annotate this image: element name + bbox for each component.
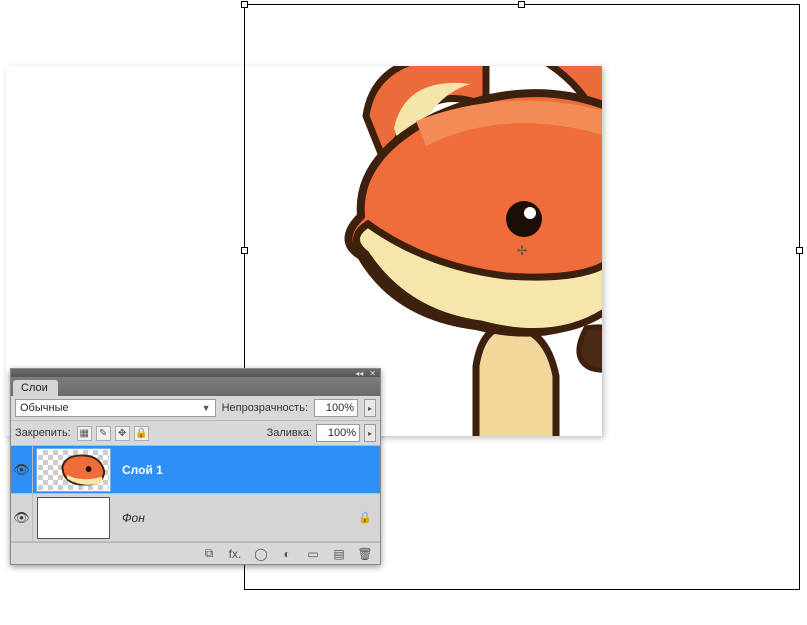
opacity-slider-button[interactable]: ▸ [364, 399, 376, 417]
lock-label: Закрепить: [15, 427, 71, 439]
fill-input[interactable]: 100% [316, 424, 360, 442]
transform-handle-mid-right[interactable] [796, 247, 803, 254]
visibility-toggle-icon[interactable]: 👁 [13, 510, 30, 526]
delete-layer-icon[interactable]: 🗑 [356, 546, 374, 562]
lock-move-icon[interactable]: ✥ [115, 426, 130, 441]
link-layers-icon[interactable]: ⧉ [200, 546, 218, 562]
lock-all-icon[interactable]: 🔒 [134, 426, 149, 441]
panel-topbar: ◂◂ ✕ [11, 369, 380, 377]
layer-thumbnail[interactable] [37, 449, 110, 491]
layers-panel[interactable]: ◂◂ ✕ Слои Обычные ▼ Непрозрачность: 100%… [10, 368, 381, 565]
lock-brush-icon[interactable]: ✎ [96, 426, 111, 441]
visibility-toggle-icon[interactable]: 👁 [13, 462, 30, 478]
layer-row-1[interactable]: 👁 Слой 1 [11, 446, 380, 494]
opacity-input[interactable]: 100% [314, 399, 358, 417]
lock-icon: 🔒 [350, 511, 380, 524]
layer-mask-icon[interactable]: ◯ [252, 546, 270, 562]
adjustment-layer-icon[interactable]: ◐ [278, 546, 296, 562]
tab-layers[interactable]: Слои [13, 380, 58, 396]
blend-mode-value: Обычные [20, 402, 69, 414]
opacity-label: Непрозрачность: [222, 402, 308, 414]
dropdown-icon: ▼ [202, 403, 211, 413]
layer-name[interactable]: Фон [114, 511, 350, 525]
panel-close-icon[interactable]: ✕ [369, 369, 376, 378]
panel-collapse-icon[interactable]: ◂◂ [355, 369, 363, 378]
group-layers-icon[interactable]: ▭ [304, 546, 322, 562]
fill-label: Заливка: [267, 427, 312, 439]
lock-transparent-icon[interactable]: ▦ [77, 426, 92, 441]
fill-slider-button[interactable]: ▸ [364, 424, 376, 442]
panel-tabs: Слои [11, 377, 380, 396]
layer-name[interactable]: Слой 1 [114, 463, 350, 477]
blend-mode-select[interactable]: Обычные ▼ [15, 399, 216, 417]
layer-fx-icon[interactable]: fx. [226, 546, 244, 562]
transform-handle-top-mid[interactable] [518, 1, 525, 8]
layer-thumbnail[interactable] [37, 497, 110, 539]
lock-fill-row: Закрепить: ▦ ✎ ✥ 🔒 Заливка: 100% ▸ [11, 421, 380, 446]
blend-opacity-row: Обычные ▼ Непрозрачность: 100% ▸ [11, 396, 380, 421]
layers-panel-footer: ⧉ fx. ◯ ◐ ▭ ▤ 🗑 [11, 542, 380, 564]
new-layer-icon[interactable]: ▤ [330, 546, 348, 562]
transform-handle-top-left[interactable] [241, 1, 248, 8]
layer-list: 👁 Слой 1 👁 Фон 🔒 [11, 446, 380, 542]
canvas-area[interactable]: ✢ ◂◂ ✕ Слои Обычные ▼ Непрозрачность: 10… [0, 0, 807, 625]
layer-row-background[interactable]: 👁 Фон 🔒 [11, 494, 380, 542]
